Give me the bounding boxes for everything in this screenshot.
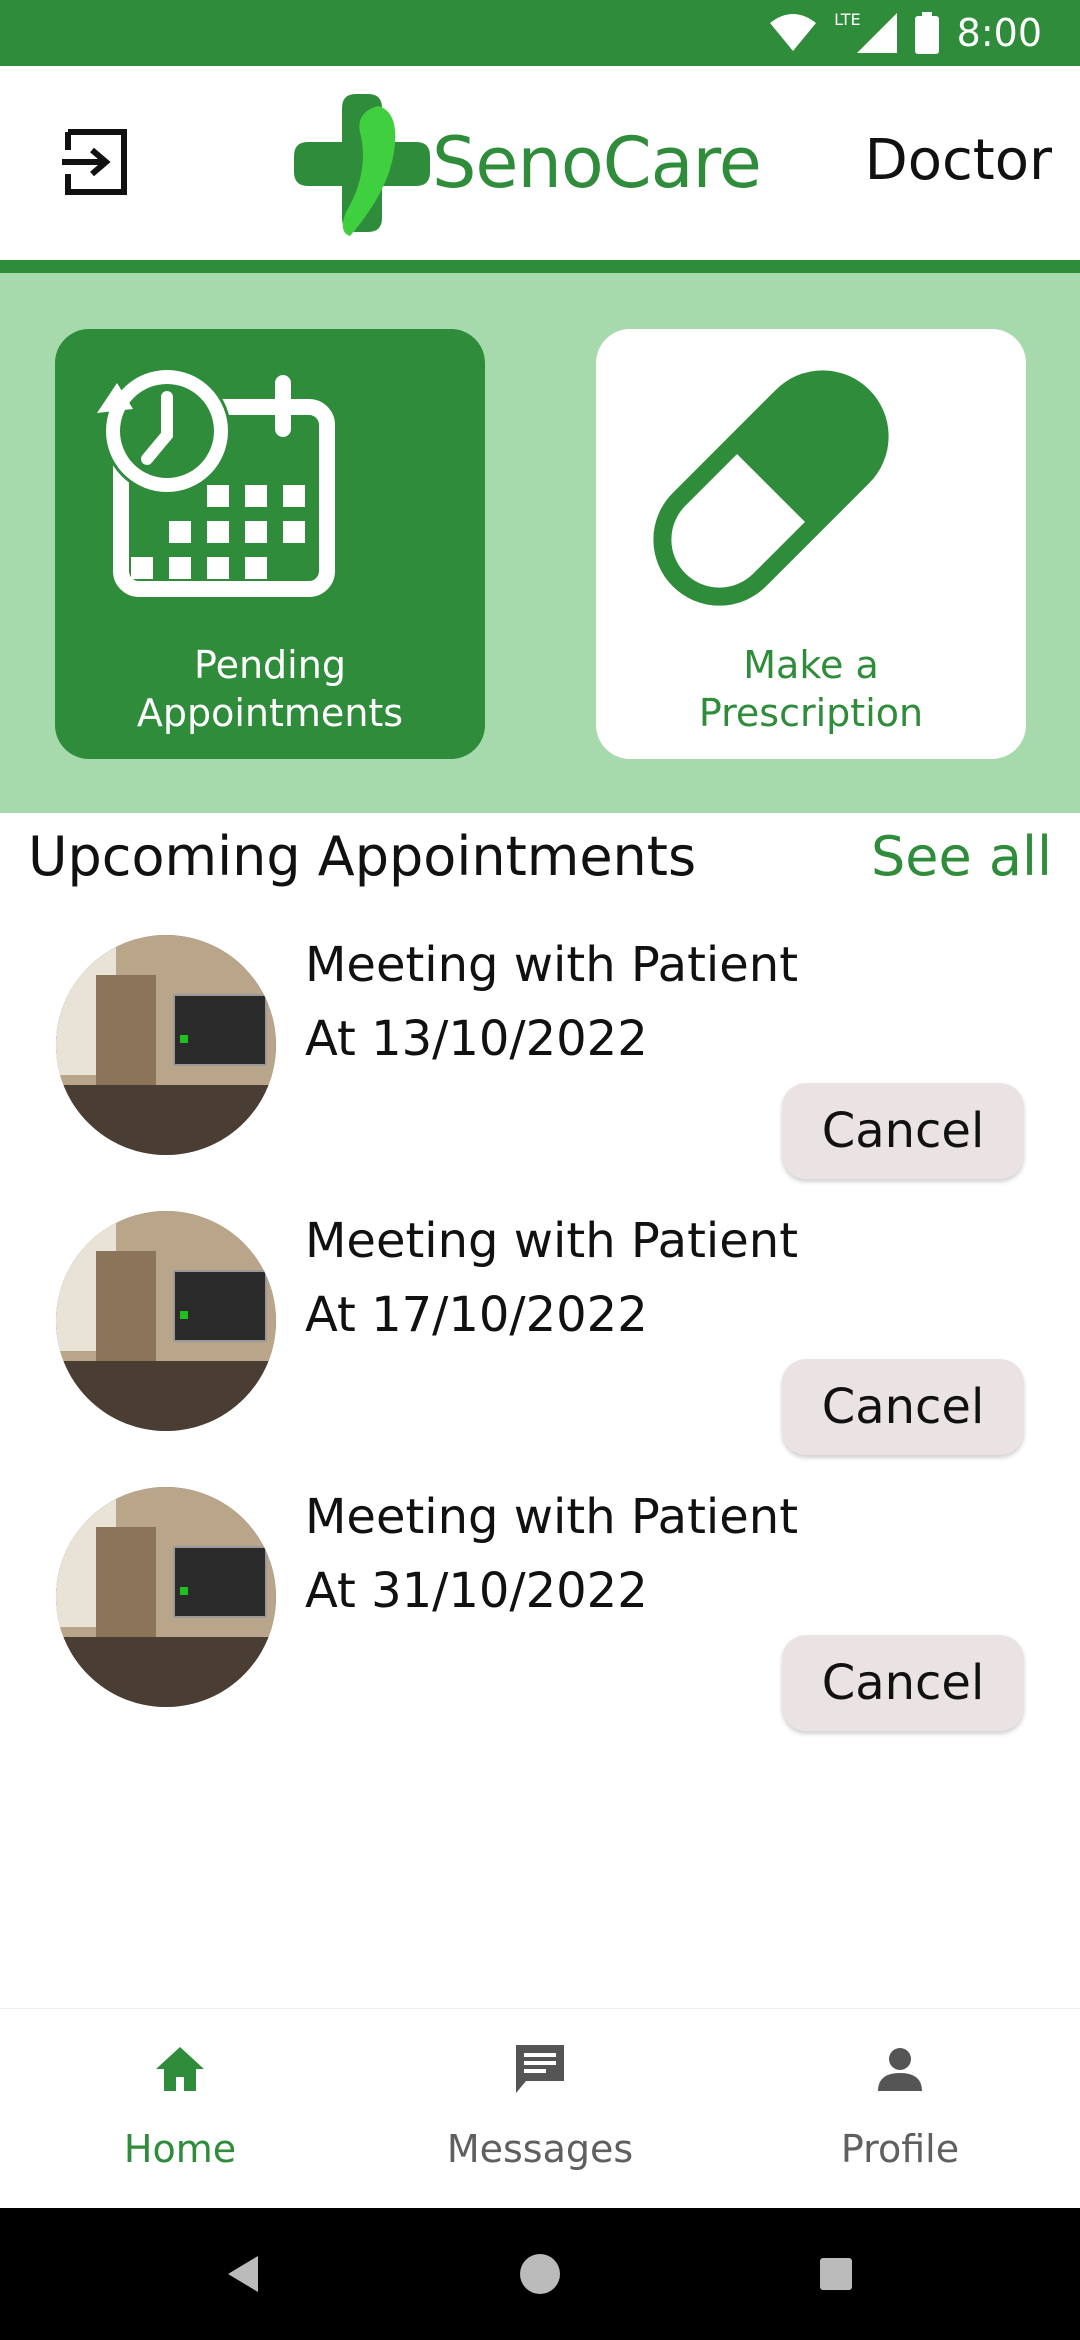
- status-time: 8:00: [956, 11, 1042, 55]
- home-circle-icon[interactable]: [516, 2250, 564, 2298]
- cancel-button[interactable]: Cancel: [782, 1083, 1024, 1179]
- status-bar: LTE 8:00: [0, 0, 1080, 66]
- person-icon: [878, 2048, 922, 2091]
- patient-avatar: [56, 1487, 276, 1707]
- nav-profile-label: Profile: [840, 2127, 960, 2171]
- calendar-clock-icon: [97, 367, 335, 597]
- logout-icon: [62, 129, 127, 195]
- pending-appointments-card[interactable]: Pending Appointments: [55, 329, 485, 759]
- role-label: Doctor: [864, 128, 1052, 193]
- system-nav-bar: [0, 2208, 1080, 2340]
- logo-text: SenoCare: [432, 122, 762, 204]
- appointment-item: Meeting with Patient At 13/10/2022 Cance…: [0, 905, 1080, 1181]
- appointment-item: Meeting with Patient At 17/10/2022 Cance…: [0, 1181, 1080, 1457]
- see-all-link[interactable]: See all: [871, 825, 1052, 888]
- app-header: SenoCare Doctor: [0, 66, 1080, 260]
- make-prescription-label: Make a Prescription: [698, 643, 924, 735]
- upcoming-appointments: Upcoming Appointments See all Meeting wi…: [0, 813, 1080, 1753]
- signal-icon: [856, 13, 897, 53]
- patient-avatar: [56, 1211, 276, 1431]
- logout-button[interactable]: [60, 126, 132, 198]
- home-icon: [156, 2047, 204, 2091]
- appointment-date: At 31/10/2022: [305, 1563, 648, 1619]
- patient-avatar: [56, 935, 276, 1155]
- appointment-date: At 17/10/2022: [305, 1287, 648, 1343]
- appointment-title: Meeting with Patient: [305, 937, 799, 993]
- battery-icon: [914, 12, 939, 54]
- medical-cross-icon: [294, 94, 430, 236]
- header-divider: [0, 260, 1080, 273]
- nav-messages-label: Messages: [446, 2127, 634, 2171]
- appointment-title: Meeting with Patient: [305, 1489, 799, 1545]
- back-icon[interactable]: [220, 2250, 268, 2298]
- bottom-nav: Home Messages Profile: [0, 2008, 1080, 2208]
- appointment-date: At 13/10/2022: [305, 1011, 648, 1067]
- nav-home[interactable]: Home: [0, 2009, 360, 2209]
- quick-actions: Pending Appointments Make a Prescription: [0, 273, 1080, 813]
- appointment-item: Meeting with Patient At 31/10/2022 Cance…: [0, 1457, 1080, 1733]
- message-icon: [516, 2045, 564, 2093]
- pending-appointments-label: Pending Appointments: [136, 643, 404, 735]
- network-type: LTE: [834, 9, 861, 29]
- cancel-button[interactable]: Cancel: [782, 1359, 1024, 1455]
- wifi-icon: [770, 14, 817, 51]
- section-title: Upcoming Appointments: [28, 825, 697, 888]
- make-prescription-card[interactable]: Make a Prescription: [596, 329, 1026, 759]
- nav-messages[interactable]: Messages: [360, 2009, 720, 2209]
- nav-home-label: Home: [123, 2127, 237, 2171]
- appointment-title: Meeting with Patient: [305, 1213, 799, 1269]
- recents-icon[interactable]: [812, 2250, 860, 2298]
- app-logo: SenoCare: [290, 92, 762, 242]
- cancel-button[interactable]: Cancel: [782, 1635, 1024, 1731]
- nav-profile[interactable]: Profile: [720, 2009, 1080, 2209]
- pill-icon: [653, 370, 889, 606]
